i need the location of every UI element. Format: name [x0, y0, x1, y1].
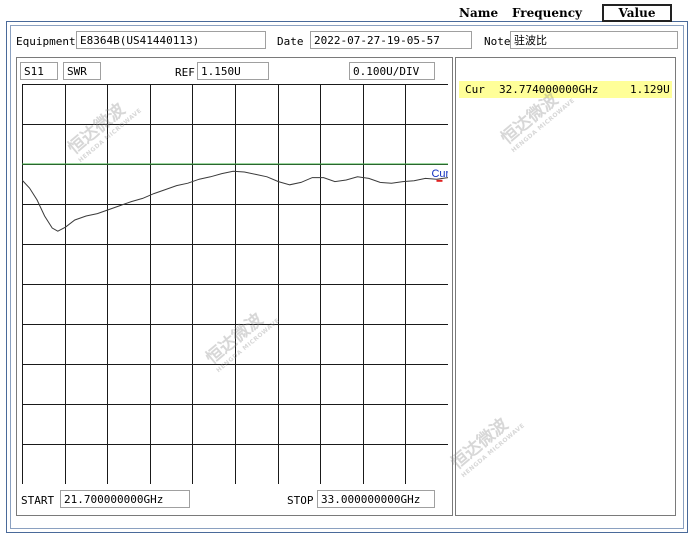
row-value: 1.129U: [630, 83, 670, 96]
param-field[interactable]: S11: [20, 62, 58, 80]
header-name: Name: [459, 6, 499, 20]
row-name: Cur: [465, 83, 485, 96]
note-field[interactable]: 驻波比: [510, 31, 678, 49]
start-field[interactable]: 21.700000000GHz: [60, 490, 190, 508]
scale-field[interactable]: 0.100U/DIV: [349, 62, 435, 80]
stop-label: STOP: [287, 494, 314, 507]
equipment-field[interactable]: E8364B(US41440113): [76, 31, 266, 49]
start-label: START: [21, 494, 55, 507]
format-field[interactable]: SWR: [63, 62, 101, 80]
header-value: Value: [602, 4, 672, 22]
header-frequency: Frequency: [511, 6, 583, 20]
marker-label: Cur: [431, 168, 448, 180]
stop-field[interactable]: 33.000000000GHz: [317, 490, 435, 508]
ref-field[interactable]: 1.150U: [197, 62, 269, 80]
date-label: Date: [277, 35, 304, 48]
date-field[interactable]: 2022-07-27-19-05-57: [310, 31, 472, 49]
equipment-label: Equipment: [16, 35, 76, 48]
note-label: Note: [484, 35, 511, 48]
ref-label: REF: [175, 66, 195, 79]
